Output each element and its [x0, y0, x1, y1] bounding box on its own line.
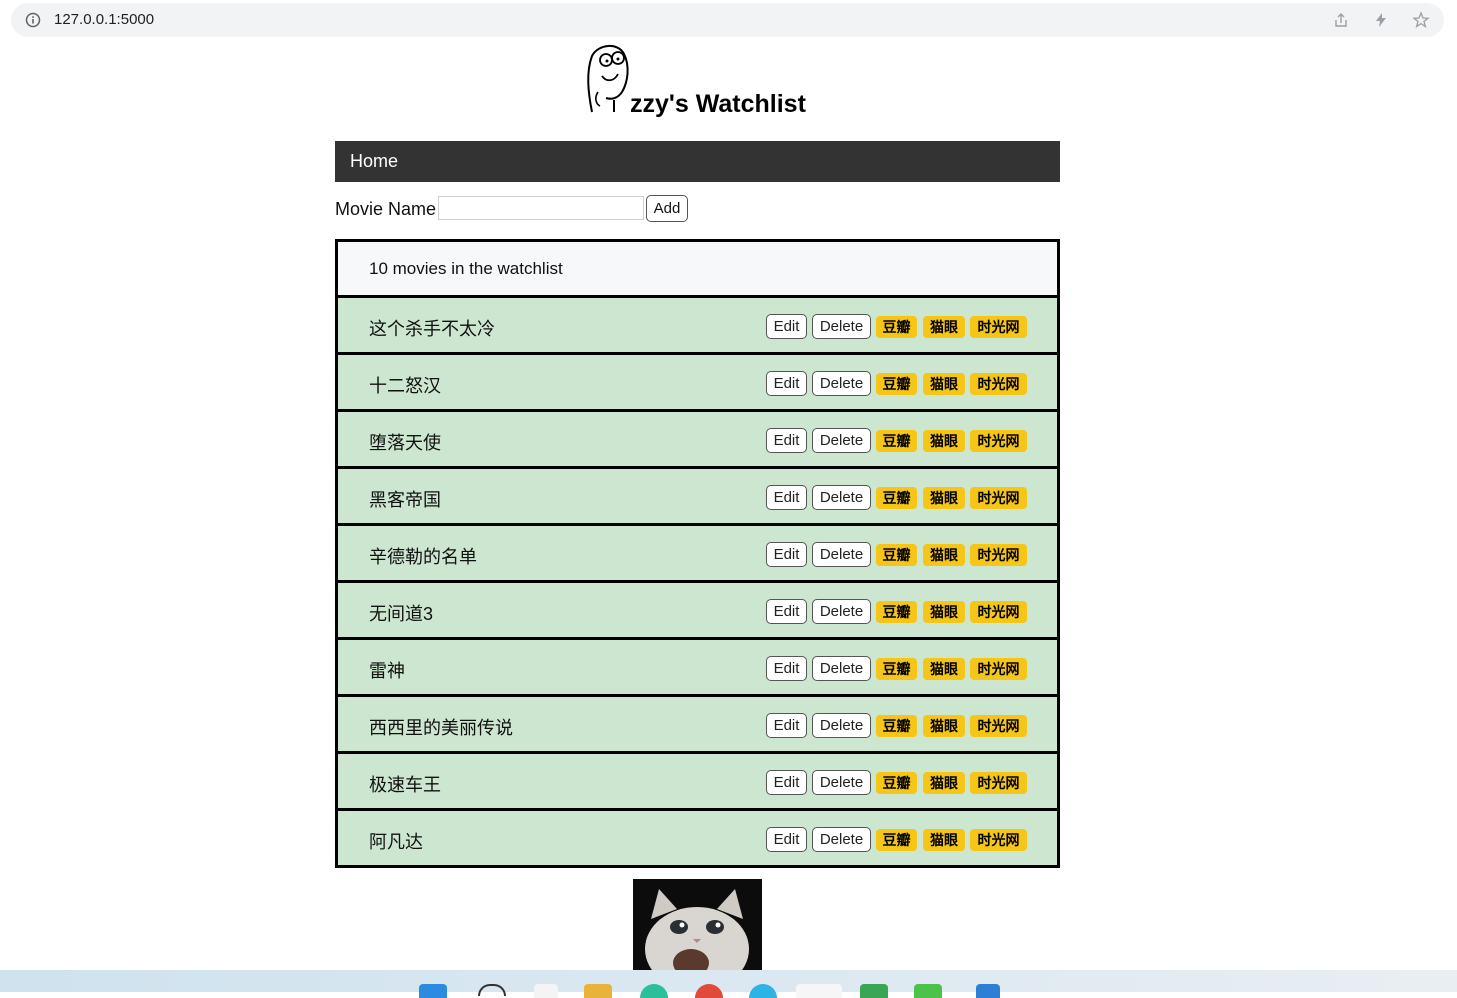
mtime-link[interactable]: 时光网: [970, 487, 1027, 509]
mtime-link[interactable]: 时光网: [970, 373, 1027, 395]
douban-link[interactable]: 豆瓣: [876, 430, 917, 452]
delete-button[interactable]: Delete: [812, 599, 871, 624]
address-bar[interactable]: 127.0.0.1:5000: [11, 3, 1444, 37]
windows-start-icon[interactable]: [419, 984, 447, 998]
douban-link[interactable]: 豆瓣: [876, 316, 917, 338]
mtime-link[interactable]: 时光网: [970, 544, 1027, 566]
maoyan-link[interactable]: 猫眼: [923, 715, 965, 737]
movie-name-input[interactable]: [438, 196, 644, 220]
douban-link[interactable]: 豆瓣: [876, 373, 917, 395]
lightning-icon[interactable]: [1372, 11, 1390, 29]
edit-button[interactable]: Edit: [766, 656, 807, 681]
taskbar: [0, 970, 1457, 998]
delete-button[interactable]: Delete: [812, 428, 871, 453]
douban-link[interactable]: 豆瓣: [876, 829, 917, 851]
wechat-icon[interactable]: [914, 984, 942, 998]
delete-button[interactable]: Delete: [812, 656, 871, 681]
edit-button[interactable]: Edit: [766, 485, 807, 510]
movie-count: 10 movies in the watchlist: [369, 259, 563, 278]
maoyan-link[interactable]: 猫眼: [923, 772, 965, 794]
crying-cat-icon: [633, 879, 762, 971]
movie-title: 阿凡达: [369, 832, 423, 852]
movie-row: 雷神 Edit Delete 豆瓣 猫眼 时光网: [335, 637, 1060, 694]
edit-button[interactable]: Edit: [766, 428, 807, 453]
movie-title: 十二怒汉: [369, 376, 441, 396]
delete-button[interactable]: Delete: [812, 371, 871, 396]
url-text[interactable]: 127.0.0.1:5000: [54, 11, 154, 28]
movie-title: 黑客帝国: [369, 490, 441, 510]
delete-button[interactable]: Delete: [812, 314, 871, 339]
edge-icon[interactable]: [640, 984, 668, 998]
mtime-link[interactable]: 时光网: [970, 772, 1027, 794]
mtime-link[interactable]: 时光网: [970, 658, 1027, 680]
vscode-icon[interactable]: [976, 984, 1000, 998]
movie-row: 辛德勒的名单 Edit Delete 豆瓣 猫眼 时光网: [335, 523, 1060, 580]
edit-button[interactable]: Edit: [766, 314, 807, 339]
search-icon[interactable]: [478, 984, 506, 996]
nav-home-link[interactable]: Home: [350, 151, 398, 172]
file-icon[interactable]: [534, 984, 558, 998]
movie-row: 十二怒汉 Edit Delete 豆瓣 猫眼 时光网: [335, 352, 1060, 409]
movie-row: 西西里的美丽传说 Edit Delete 豆瓣 猫眼 时光网: [335, 694, 1060, 751]
maoyan-link[interactable]: 猫眼: [923, 544, 965, 566]
active-app-icon[interactable]: [796, 984, 842, 998]
mtime-link[interactable]: 时光网: [970, 715, 1027, 737]
star-icon[interactable]: [1412, 11, 1430, 29]
movie-count-row: 10 movies in the watchlist: [335, 239, 1060, 295]
edit-button[interactable]: Edit: [766, 371, 807, 396]
movie-name-label: Movie Name: [335, 199, 437, 219]
mtime-link[interactable]: 时光网: [970, 829, 1027, 851]
app-icon-2[interactable]: [860, 984, 888, 998]
delete-button[interactable]: Delete: [812, 827, 871, 852]
movie-row: 无间道3 Edit Delete 豆瓣 猫眼 时光网: [335, 580, 1060, 637]
chrome-icon[interactable]: [695, 984, 723, 998]
page-title: zzy's Watchlist: [630, 90, 806, 118]
navbar: Home: [335, 141, 1060, 182]
douban-link[interactable]: 豆瓣: [876, 487, 917, 509]
meme-face-icon: [587, 45, 629, 113]
edit-button[interactable]: Edit: [766, 599, 807, 624]
movie-title: 无间道3: [369, 604, 434, 624]
maoyan-link[interactable]: 猫眼: [923, 658, 965, 680]
watchlist: 10 movies in the watchlist 这个杀手不太冷 Edit De…: [335, 239, 1060, 868]
maoyan-link[interactable]: 猫眼: [923, 829, 965, 851]
douban-link[interactable]: 豆瓣: [876, 544, 917, 566]
edit-button[interactable]: Edit: [766, 542, 807, 567]
maoyan-link[interactable]: 猫眼: [923, 373, 965, 395]
add-button[interactable]: Add: [646, 195, 688, 222]
mtime-link[interactable]: 时光网: [970, 601, 1027, 623]
maoyan-link[interactable]: 猫眼: [923, 601, 965, 623]
movie-row: 阿凡达 Edit Delete 豆瓣 猫眼 时光网: [335, 808, 1060, 868]
movie-title: 堕落天使: [369, 433, 441, 453]
edit-button[interactable]: Edit: [766, 827, 807, 852]
movie-title: 辛德勒的名单: [369, 547, 477, 567]
douban-link[interactable]: 豆瓣: [876, 772, 917, 794]
edit-button[interactable]: Edit: [766, 770, 807, 795]
movie-title: 这个杀手不太冷: [369, 319, 495, 339]
mtime-link[interactable]: 时光网: [970, 430, 1027, 452]
movie-row: 堕落天使 Edit Delete 豆瓣 猫眼 时光网: [335, 409, 1060, 466]
douban-link[interactable]: 豆瓣: [876, 601, 917, 623]
movie-title: 西西里的美丽传说: [369, 718, 513, 738]
movie-row: 黑客帝国 Edit Delete 豆瓣 猫眼 时光网: [335, 466, 1060, 523]
douban-link[interactable]: 豆瓣: [876, 658, 917, 680]
folder-icon[interactable]: [584, 984, 612, 998]
delete-button[interactable]: Delete: [812, 485, 871, 510]
delete-button[interactable]: Delete: [812, 542, 871, 567]
delete-button[interactable]: Delete: [812, 713, 871, 738]
maoyan-link[interactable]: 猫眼: [923, 316, 965, 338]
movie-row: 极速车王 Edit Delete 豆瓣 猫眼 时光网: [335, 751, 1060, 808]
douban-link[interactable]: 豆瓣: [876, 715, 917, 737]
movie-title: 极速车王: [369, 775, 441, 795]
info-icon[interactable]: [25, 12, 41, 28]
maoyan-link[interactable]: 猫眼: [923, 430, 965, 452]
edit-button[interactable]: Edit: [766, 713, 807, 738]
maoyan-link[interactable]: 猫眼: [923, 487, 965, 509]
share-icon[interactable]: [1332, 11, 1350, 29]
movie-title: 雷神: [369, 661, 405, 681]
mtime-link[interactable]: 时光网: [970, 316, 1027, 338]
movie-row: 这个杀手不太冷 Edit Delete 豆瓣 猫眼 时光网: [335, 295, 1060, 352]
delete-button[interactable]: Delete: [812, 770, 871, 795]
app-icon[interactable]: [749, 984, 777, 998]
